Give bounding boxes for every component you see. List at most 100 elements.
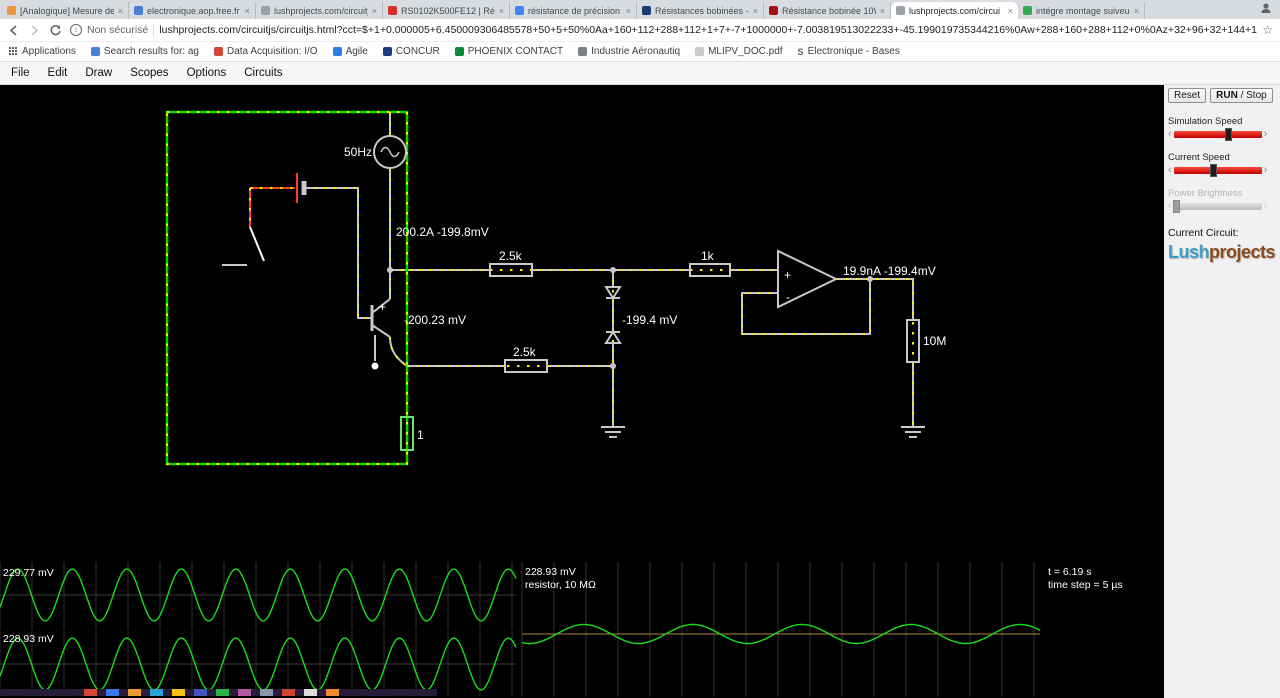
battery-negative-wire[interactable] — [249, 187, 295, 227]
bookmark-item[interactable]: Applications — [9, 46, 76, 57]
run-label: RUN — [1216, 90, 1238, 101]
taskbar-icon[interactable] — [326, 689, 339, 696]
tab-close-icon[interactable]: × — [626, 6, 631, 16]
sim-speed-thumb[interactable] — [1225, 128, 1233, 141]
tab-title: lushprojects.com/circui — [909, 5, 1001, 16]
menu-file[interactable]: File — [2, 67, 39, 79]
chevron-right-icon[interactable]: › — [1264, 165, 1268, 176]
taskbar-icon[interactable] — [304, 689, 317, 696]
ground-symbol-2[interactable] — [901, 426, 925, 438]
scope-middle[interactable]: 228.93 mV resistor, 10 MΩ — [521, 562, 1041, 697]
resistor-r3[interactable] — [504, 359, 548, 373]
tabs-container: [Analogique] Mesure de × electronique.ao… — [0, 2, 1252, 19]
forward-icon[interactable] — [28, 24, 41, 37]
menu-circuits[interactable]: Circuits — [235, 67, 291, 79]
ground-symbol[interactable] — [601, 426, 625, 438]
chevron-right-icon[interactable]: › — [1264, 129, 1268, 140]
tab-close-icon[interactable]: × — [118, 6, 123, 16]
run-stop-button[interactable]: RUN / Stop — [1210, 88, 1273, 103]
taskbar-icon[interactable] — [128, 689, 141, 696]
current-speed-slider[interactable] — [1173, 164, 1262, 177]
bookmark-item[interactable]: S Electronique - Bases — [798, 46, 900, 57]
bookmark-item[interactable]: CONCUR — [382, 46, 440, 57]
tab-title: [Analogique] Mesure de — [20, 5, 114, 16]
reload-icon[interactable] — [49, 24, 62, 37]
windows-taskbar[interactable] — [0, 689, 437, 696]
switch-post[interactable] — [371, 362, 379, 370]
simulator-sidebar: Reset RUN / Stop Simulation Speed ‹ › Cu… — [1164, 85, 1280, 698]
battery[interactable] — [296, 173, 307, 203]
timestep-label: time step = 5 µs — [1048, 579, 1123, 591]
browser-tab[interactable]: intégre montage suiveur × — [1018, 2, 1145, 19]
browser-tab[interactable]: Résistances bobinées - C × — [637, 2, 764, 19]
browser-tab[interactable]: résistance de précision 1 × — [510, 2, 637, 19]
tab-close-icon[interactable]: × — [880, 6, 885, 16]
tab-close-icon[interactable]: × — [753, 6, 758, 16]
tab-close-icon[interactable]: × — [499, 6, 504, 16]
profile-icon[interactable] — [1260, 1, 1272, 19]
tab-strip: [Analogique] Mesure de × electronique.ao… — [0, 0, 1280, 19]
reset-button[interactable]: Reset — [1168, 88, 1207, 103]
bookmark-item[interactable]: Data Acquisition: I/O — [213, 46, 318, 57]
address-bar[interactable]: i Non sécurisé lushprojects.com/circuitj… — [70, 22, 1273, 39]
tab-favicon — [1023, 6, 1032, 15]
menu-scopes[interactable]: Scopes — [121, 67, 177, 79]
bookmark-item[interactable]: Industrie Aéronautiq — [578, 46, 680, 57]
tab-title: Résistance bobinée 10W — [782, 5, 876, 16]
tab-favicon — [642, 6, 651, 15]
bookmark-icon — [578, 47, 588, 56]
taskbar-icon[interactable] — [260, 689, 273, 696]
menu-draw[interactable]: Draw — [76, 67, 121, 79]
taskbar-icon[interactable] — [282, 689, 295, 696]
opamp[interactable]: + - — [777, 249, 839, 309]
taskbar-icon[interactable] — [84, 689, 97, 696]
taskbar-icon[interactable] — [150, 689, 163, 696]
info-icon[interactable]: i — [70, 24, 82, 36]
browser-tab[interactable]: lushprojects.com/circui × — [891, 2, 1018, 19]
taskbar-icon[interactable] — [172, 689, 185, 696]
resistor-r4[interactable] — [906, 319, 920, 363]
power-brightness-label: Power Brightness — [1168, 188, 1243, 199]
circuit[interactable]: + - 50Hz 200.2A -199.8mV + -200.23 mV 2.… — [165, 110, 946, 466]
browser-tab[interactable]: [Analogique] Mesure de × — [2, 2, 129, 19]
browser-tab[interactable]: Résistance bobinée 10W × — [764, 2, 891, 19]
taskbar-icon[interactable] — [238, 689, 251, 696]
scope-left[interactable]: 229.77 mV 228.93 mV — [0, 562, 517, 697]
current-speed-thumb[interactable] — [1210, 164, 1218, 177]
bookmarks-bar: Applications Search results for: ag Data… — [0, 42, 1280, 62]
bookmark-item[interactable]: Search results for: ag — [90, 46, 199, 57]
taskbar-icon[interactable] — [106, 689, 119, 696]
power-brightness-slider — [1173, 200, 1262, 213]
browser-tab[interactable]: lushprojects.com/circuitj × — [256, 2, 383, 19]
scope-middle-label: 228.93 mV — [525, 566, 576, 578]
chevron-left-icon[interactable]: ‹ — [1168, 165, 1172, 176]
bookmark-icon: S — [797, 46, 804, 57]
taskbar-icon[interactable] — [216, 689, 229, 696]
bookmark-label: Applications — [22, 46, 76, 57]
menu-options[interactable]: Options — [178, 67, 236, 79]
browser-tab[interactable]: RS0102K500FE12 | Résis × — [383, 2, 510, 19]
switch-lever[interactable] — [249, 226, 265, 262]
browser-tab[interactable]: electronique.aop.free.fr × — [129, 2, 256, 19]
bookmark-star-icon[interactable]: ☆ — [1262, 23, 1273, 37]
bookmark-item[interactable]: PHOENIX CONTACT — [454, 46, 563, 57]
circuit-canvas[interactable]: + - 50Hz 200.2A -199.8mV + -200.23 mV 2.… — [0, 85, 1164, 698]
tab-close-icon[interactable]: × — [245, 6, 250, 16]
scope-grid — [0, 631, 516, 697]
bookmark-icon — [454, 47, 464, 56]
bookmark-icon — [332, 47, 342, 56]
chevron-right-icon: › — [1263, 200, 1268, 212]
bookmark-item[interactable]: MLIPV_DOC.pdf — [695, 46, 783, 57]
taskbar-icon[interactable] — [194, 689, 207, 696]
tab-close-icon[interactable]: × — [1008, 6, 1013, 16]
sim-speed-slider[interactable] — [1173, 128, 1262, 141]
lushprojects-logo[interactable]: Lushprojects — [1168, 242, 1278, 263]
tab-close-icon[interactable]: × — [372, 6, 377, 16]
tab-close-icon[interactable]: × — [1134, 6, 1139, 16]
current-loop-wire[interactable] — [165, 110, 409, 466]
back-icon[interactable] — [7, 24, 20, 37]
ac-source[interactable] — [373, 135, 407, 169]
chevron-left-icon[interactable]: ‹ — [1168, 129, 1172, 140]
menu-edit[interactable]: Edit — [39, 67, 77, 79]
bookmark-item[interactable]: Agile — [332, 46, 368, 57]
